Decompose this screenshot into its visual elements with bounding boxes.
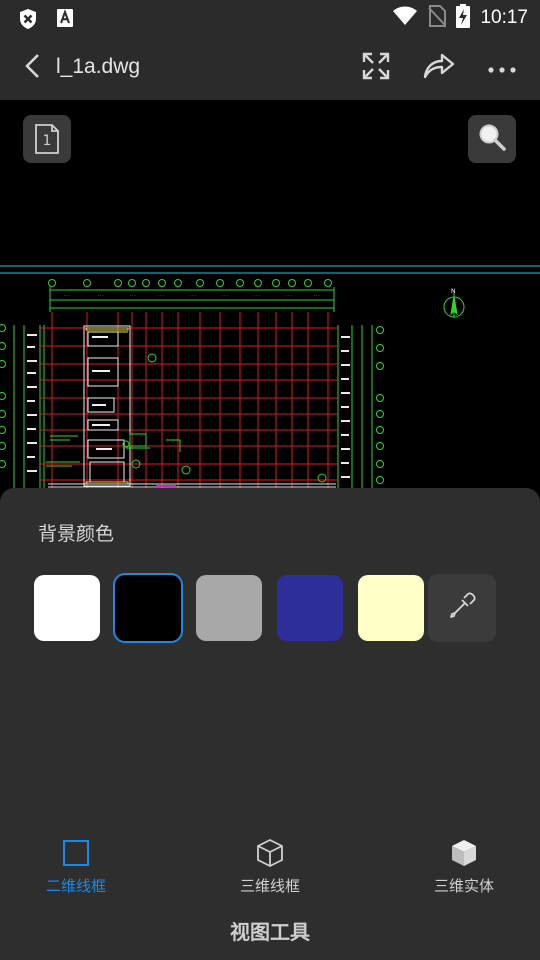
background-color-title: 背景颜色 <box>38 523 115 545</box>
svg-text:· · ·: · · · <box>222 294 228 298</box>
share-icon <box>423 53 455 83</box>
fullscreen-icon <box>361 51 391 85</box>
shield-x-icon <box>18 8 38 34</box>
tab-3d-wireframe[interactable]: 三维线框 <box>215 838 325 896</box>
wifi-icon <box>392 6 418 30</box>
search-button[interactable] <box>468 115 516 163</box>
color-swatches <box>34 574 496 642</box>
swatch-gray[interactable] <box>196 575 262 641</box>
swatch-white[interactable] <box>34 575 100 641</box>
view-tools-sheet: 背景颜色 二维线框 三维线框 三维实体 视图工具 <box>0 488 540 960</box>
back-icon <box>23 52 41 84</box>
search-icon <box>478 123 506 155</box>
cad-drawing: · · · · · · · · · · · · · · · · · · · · · · ·… <box>0 265 540 488</box>
view-tools-title: 视图工具 <box>230 920 310 944</box>
status-bar: 10:17 <box>0 0 540 36</box>
swatch-cream[interactable] <box>358 575 424 641</box>
tab-2d-wireframe[interactable]: 二维线框 <box>21 840 131 896</box>
title-bar: l_1a.dwg <box>0 36 540 100</box>
status-time: 10:17 <box>480 7 528 28</box>
tab-3d-wireframe-label: 三维线框 <box>239 877 300 895</box>
fullscreen-button[interactable] <box>356 48 396 88</box>
custom-color-button[interactable] <box>428 574 496 642</box>
no-sim-icon <box>428 5 447 31</box>
layout-button[interactable]: 1 <box>23 115 71 163</box>
svg-text:N: N <box>451 288 456 295</box>
battery-charging-icon <box>456 4 471 32</box>
svg-text:· · ·: · · · <box>158 294 164 298</box>
svg-text:· · ·: · · · <box>314 294 320 298</box>
square-outline-icon <box>62 839 90 871</box>
svg-text:· · ·: · · · <box>64 294 70 298</box>
svg-text:· · ·: · · · <box>98 294 104 298</box>
svg-text:· · ·: · · · <box>286 294 292 298</box>
svg-text:· · ·: · · · <box>254 294 260 298</box>
layout-number: 1 <box>42 133 52 149</box>
drawing-canvas[interactable]: · · · · · · · · · · · · · · · · · · · · · · ·… <box>0 100 540 488</box>
swatch-blue[interactable] <box>277 575 343 641</box>
share-button[interactable] <box>419 48 459 88</box>
cube-wireframe-icon <box>256 838 284 872</box>
view-mode-tabs: 二维线框 三维线框 三维实体 <box>0 838 540 900</box>
svg-text:· · ·: · · · <box>130 294 136 298</box>
a-box-icon <box>56 8 74 34</box>
tab-2d-wireframe-label: 二维线框 <box>45 877 106 895</box>
tab-3d-solid[interactable]: 三维实体 <box>409 840 519 896</box>
svg-text:· · ·: · · · <box>190 294 196 298</box>
file-title: l_1a.dwg <box>56 55 141 78</box>
layout-icon: 1 <box>34 124 60 154</box>
swatch-black[interactable] <box>115 575 181 641</box>
more-icon <box>487 59 517 78</box>
eyedropper-icon <box>448 592 476 624</box>
more-button[interactable] <box>482 48 522 88</box>
back-button[interactable] <box>14 50 50 86</box>
tab-3d-solid-label: 三维实体 <box>433 877 494 895</box>
cube-solid-icon <box>450 838 478 872</box>
